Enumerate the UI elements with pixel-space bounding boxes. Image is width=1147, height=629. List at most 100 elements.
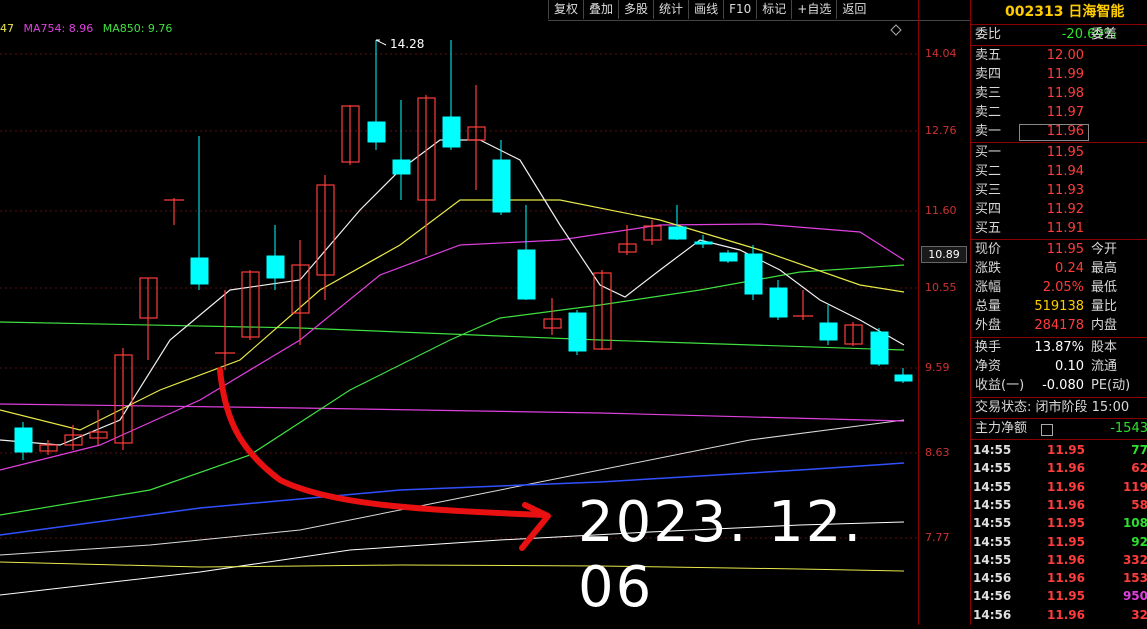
toolbar-tongji-button[interactable]: 统计 bbox=[653, 0, 688, 19]
current-price-tag: 10.89 bbox=[921, 246, 967, 263]
trade-volume: 153 bbox=[1122, 571, 1147, 586]
trade-time: 14:56 bbox=[973, 571, 1012, 586]
trade-time: 14:55 bbox=[973, 443, 1012, 457]
ask-label: 卖一 bbox=[975, 124, 1002, 139]
axis-label-3: 10.55 bbox=[925, 281, 957, 294]
kline-chart[interactable]: 14.28 47 MA754: 8.96 MA850: 9.76 2023. 1… bbox=[0, 0, 918, 625]
ma-line-magenta-short bbox=[0, 223, 905, 471]
stat-value: 0.24 bbox=[1055, 261, 1084, 276]
trade-row: 14:55 11.96 119 bbox=[971, 478, 1147, 496]
axis-label-4: 9.59 bbox=[925, 361, 950, 374]
trade-price: 11.95 bbox=[1047, 534, 1085, 549]
stat2-row: 换手 13.87% 股本 bbox=[971, 338, 1147, 358]
stat-label2: 最低 bbox=[1091, 280, 1118, 295]
high-price-label: 14.28 bbox=[390, 37, 425, 51]
ma-line-green-short bbox=[0, 264, 905, 516]
trade-time: 14:55 bbox=[973, 497, 1012, 512]
trade-volume: 332 bbox=[1122, 552, 1147, 567]
stat2-label2: PE(动) bbox=[1091, 378, 1131, 393]
axis-label-1: 12.76 bbox=[925, 124, 957, 137]
toolbar-biaoji-button[interactable]: 标记 bbox=[756, 0, 791, 19]
bid-label: 买四 bbox=[975, 202, 1002, 217]
trade-time: 14:55 bbox=[973, 461, 1012, 476]
toolbar-f10-button[interactable]: F10 bbox=[723, 0, 756, 19]
ask-row-4: 卖四 11.99 bbox=[971, 65, 1147, 85]
trade-price: 11.95 bbox=[1047, 589, 1085, 604]
trade-volume: 77 bbox=[1131, 443, 1147, 457]
bid-row-2: 买二 11.94 bbox=[971, 162, 1147, 182]
toolbar-diejia-button[interactable]: 叠加 bbox=[583, 0, 618, 19]
trade-time: 14:55 bbox=[973, 552, 1012, 567]
stat2-value: 0.10 bbox=[1055, 359, 1084, 374]
stat2-label: 收益(一) bbox=[975, 378, 1025, 393]
ma-legend: 47 MA754: 8.96 MA850: 9.76 bbox=[0, 22, 172, 35]
stat-label2: 今开 bbox=[1091, 242, 1118, 257]
stat-label: 总量 bbox=[975, 299, 1002, 314]
trade-price: 11.95 bbox=[1047, 443, 1085, 457]
bid-row-4: 买四 11.92 bbox=[971, 200, 1147, 220]
toolbar-fanhui-button[interactable]: 返回 bbox=[836, 0, 871, 19]
toolbar-huaxian-button[interactable]: 画线 bbox=[688, 0, 723, 19]
bid-price: 11.91 bbox=[1046, 221, 1084, 236]
trade-row: 14:56 11.96 32 bbox=[971, 606, 1147, 624]
trade-row: 14:55 11.95 108 bbox=[971, 514, 1147, 532]
stat2-label: 净资 bbox=[975, 359, 1002, 374]
main-net-label: 主力净额 bbox=[975, 421, 1028, 436]
stat-label: 外盘 bbox=[975, 318, 1002, 333]
stat-value: 284178 bbox=[1034, 318, 1084, 333]
toolbar-zixuan-button[interactable]: +自选 bbox=[791, 0, 836, 19]
bid-label: 买二 bbox=[975, 164, 1002, 179]
ma-legend-item-0: 47 bbox=[0, 22, 14, 35]
trade-volume: 58 bbox=[1131, 497, 1147, 512]
stat-label2: 最高 bbox=[1091, 261, 1118, 276]
bid-row-1: 买一 11.95 bbox=[971, 143, 1147, 163]
stat-row: 涨跌 0.24 最高 bbox=[971, 259, 1147, 279]
trade-time: 14:55 bbox=[973, 516, 1012, 531]
stat-value: 2.05% bbox=[1042, 280, 1084, 295]
trade-row: 14:55 11.96 58 bbox=[971, 496, 1147, 514]
candles bbox=[14, 40, 913, 460]
stock-code-name[interactable]: 002313 日海智能 bbox=[1005, 2, 1124, 22]
weicha-label: 委差 bbox=[1091, 27, 1118, 42]
trade-price: 11.96 bbox=[1047, 552, 1085, 567]
trade-row: 14:55 11.95 92 bbox=[971, 533, 1147, 551]
stat-label: 涨幅 bbox=[975, 280, 1002, 295]
trade-status: 交易状态: 闭市阶段 15:00 bbox=[975, 400, 1130, 415]
price-axis: 14.04 12.76 11.60 10.89 10.55 9.59 8.63 … bbox=[918, 0, 971, 625]
toolbar-duogu-button[interactable]: 多股 bbox=[618, 0, 653, 19]
stat2-value: 13.87% bbox=[1034, 340, 1084, 355]
ask-label: 卖二 bbox=[975, 105, 1002, 120]
trade-volume: 62 bbox=[1131, 461, 1147, 476]
trade-volume: 108 bbox=[1122, 516, 1147, 531]
trade-row: 14:55 11.96 62 bbox=[971, 459, 1147, 477]
toolbar-fuquan-button[interactable]: 复权 bbox=[548, 0, 583, 19]
chart-toolbar: 复权 叠加 多股 统计 画线 F10 标记 +自选 返回 bbox=[548, 0, 970, 21]
main-net-row: 主力净额 -1543 bbox=[971, 419, 1147, 439]
ask-label: 卖五 bbox=[975, 48, 1002, 63]
ma-line-magenta-long bbox=[0, 403, 905, 422]
ask-label: 卖四 bbox=[975, 67, 1002, 82]
trade-time: 14:55 bbox=[973, 534, 1012, 549]
axis-label-0: 14.04 bbox=[925, 47, 957, 60]
weibi-label: 委比 bbox=[975, 27, 1002, 42]
trade-status-row: 交易状态: 闭市阶段 15:00 bbox=[971, 398, 1147, 418]
trade-volume: 32 bbox=[1131, 607, 1147, 622]
ma-line-green-long bbox=[0, 321, 905, 351]
trade-price: 11.95 bbox=[1047, 516, 1085, 531]
ma-legend-item-2: MA850: 9.76 bbox=[102, 22, 173, 35]
ask-label: 卖三 bbox=[975, 86, 1002, 101]
stat-label: 现价 bbox=[975, 242, 1002, 257]
trade-row: 14:55 11.96 332 bbox=[971, 551, 1147, 569]
annotation-date: 2023. 12. 06 bbox=[578, 490, 864, 620]
bid-price: 11.93 bbox=[1046, 183, 1084, 198]
ask-price: 11.98 bbox=[1046, 86, 1084, 101]
bid-label: 买五 bbox=[975, 221, 1002, 236]
stat2-label: 换手 bbox=[975, 340, 1002, 355]
stat-label2: 量比 bbox=[1091, 299, 1118, 314]
trade-time: 14:56 bbox=[973, 589, 1012, 604]
bid-price: 11.94 bbox=[1046, 164, 1084, 179]
menu-icon[interactable] bbox=[1041, 424, 1053, 436]
bid-price: 11.92 bbox=[1046, 202, 1084, 217]
trade-volume: 119 bbox=[1122, 479, 1147, 494]
stat-value: 519138 bbox=[1034, 299, 1084, 314]
